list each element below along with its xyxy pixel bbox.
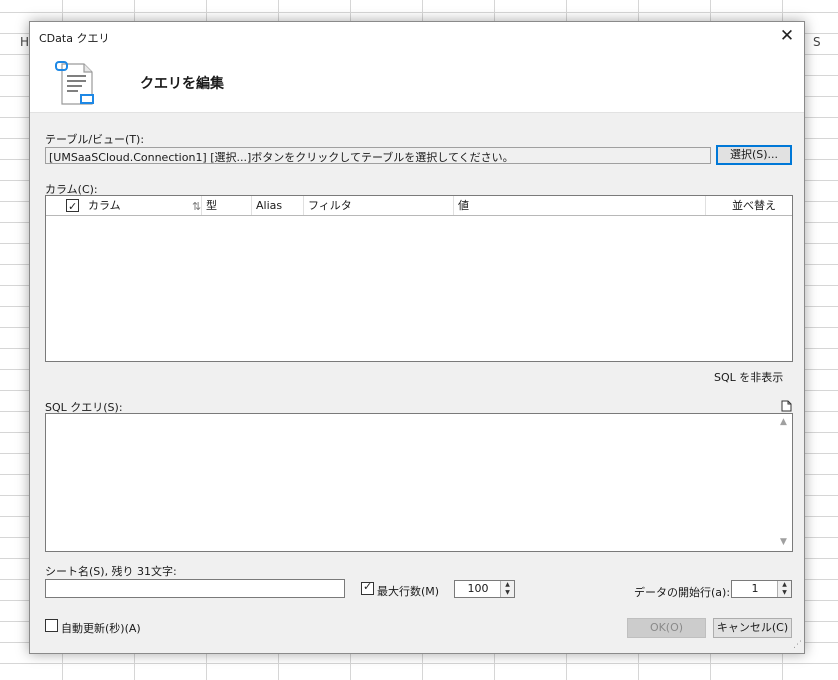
sql-scrollbar[interactable]: ▲ ▼ (775, 414, 792, 551)
cancel-button[interactable]: キャンセル(C) (713, 618, 792, 638)
header-title: クエリを編集 (140, 76, 224, 92)
select-all-checkbox[interactable] (66, 197, 79, 216)
start-row-stepper[interactable]: 1 ▲ ▼ (731, 580, 792, 598)
start-row-spin-arrows[interactable]: ▲ ▼ (777, 581, 791, 597)
column-header-column[interactable]: カラム ⇅ (46, 196, 202, 216)
resize-grip-icon[interactable]: ⋰ (792, 641, 802, 651)
max-rows-value: 100 (467, 582, 489, 595)
column-header-filter[interactable]: フィルタ (304, 196, 454, 215)
auto-refresh-label: 自動更新(秒)(A) (61, 622, 141, 635)
sort-icon: ⇅ (192, 200, 202, 213)
sheet-column-h-header: H (20, 35, 30, 49)
scroll-down-icon[interactable]: ▼ (775, 534, 792, 551)
sheet-column-s-header: S (813, 35, 821, 49)
sheet-name-label: シート名(S), 残り 31文字: (45, 565, 177, 578)
auto-refresh-checkbox[interactable] (45, 619, 58, 632)
ok-button[interactable]: OK(O) (627, 618, 706, 638)
close-button[interactable]: ✕ (770, 22, 804, 52)
column-header-column-label: カラム (88, 199, 121, 212)
column-header-type[interactable]: 型 (202, 196, 252, 215)
document-icon[interactable] (781, 400, 792, 412)
max-rows-stepper[interactable]: 100 ▲ ▼ (454, 580, 515, 598)
start-row-value: 1 (751, 582, 759, 595)
select-table-button[interactable]: 選択(S)... (716, 145, 792, 165)
title-bar: CData クエリ ✕ (30, 22, 804, 52)
query-document-icon (55, 61, 94, 105)
columns-grid[interactable]: カラム ⇅ 型 Alias フィルタ 値 並べ替え (45, 195, 793, 362)
toggle-sql-link[interactable]: SQL を非表示 (714, 369, 783, 385)
columns-grid-header: カラム ⇅ 型 Alias フィルタ 値 並べ替え (46, 196, 792, 216)
table-view-field: [UMSaaSCloud.Connection1] [選択...]ボタンをクリッ… (45, 147, 711, 164)
column-header-sort[interactable]: 並べ替え (706, 196, 792, 215)
sql-query-textarea[interactable]: ▲ ▼ (45, 413, 793, 552)
column-header-alias[interactable]: Alias (252, 196, 304, 215)
column-header-value[interactable]: 値 (454, 196, 706, 215)
start-row-label: データの開始行(a): (634, 586, 731, 599)
query-dialog: CData クエリ ✕ クエリを編集 テーブル/ビュー(T): [UMSaaSC… (29, 21, 805, 654)
window-title: CData クエリ (39, 32, 110, 45)
scroll-up-icon[interactable]: ▲ (775, 414, 792, 431)
max-rows-spin-arrows[interactable]: ▲ ▼ (500, 581, 514, 597)
max-rows-label: 最大行数(M) (377, 585, 440, 598)
sheet-name-input[interactable] (45, 579, 345, 598)
max-rows-checkbox[interactable] (361, 580, 374, 595)
table-view-label: テーブル/ビュー(T): (45, 133, 145, 146)
dialog-header: クエリを編集 (30, 52, 804, 113)
